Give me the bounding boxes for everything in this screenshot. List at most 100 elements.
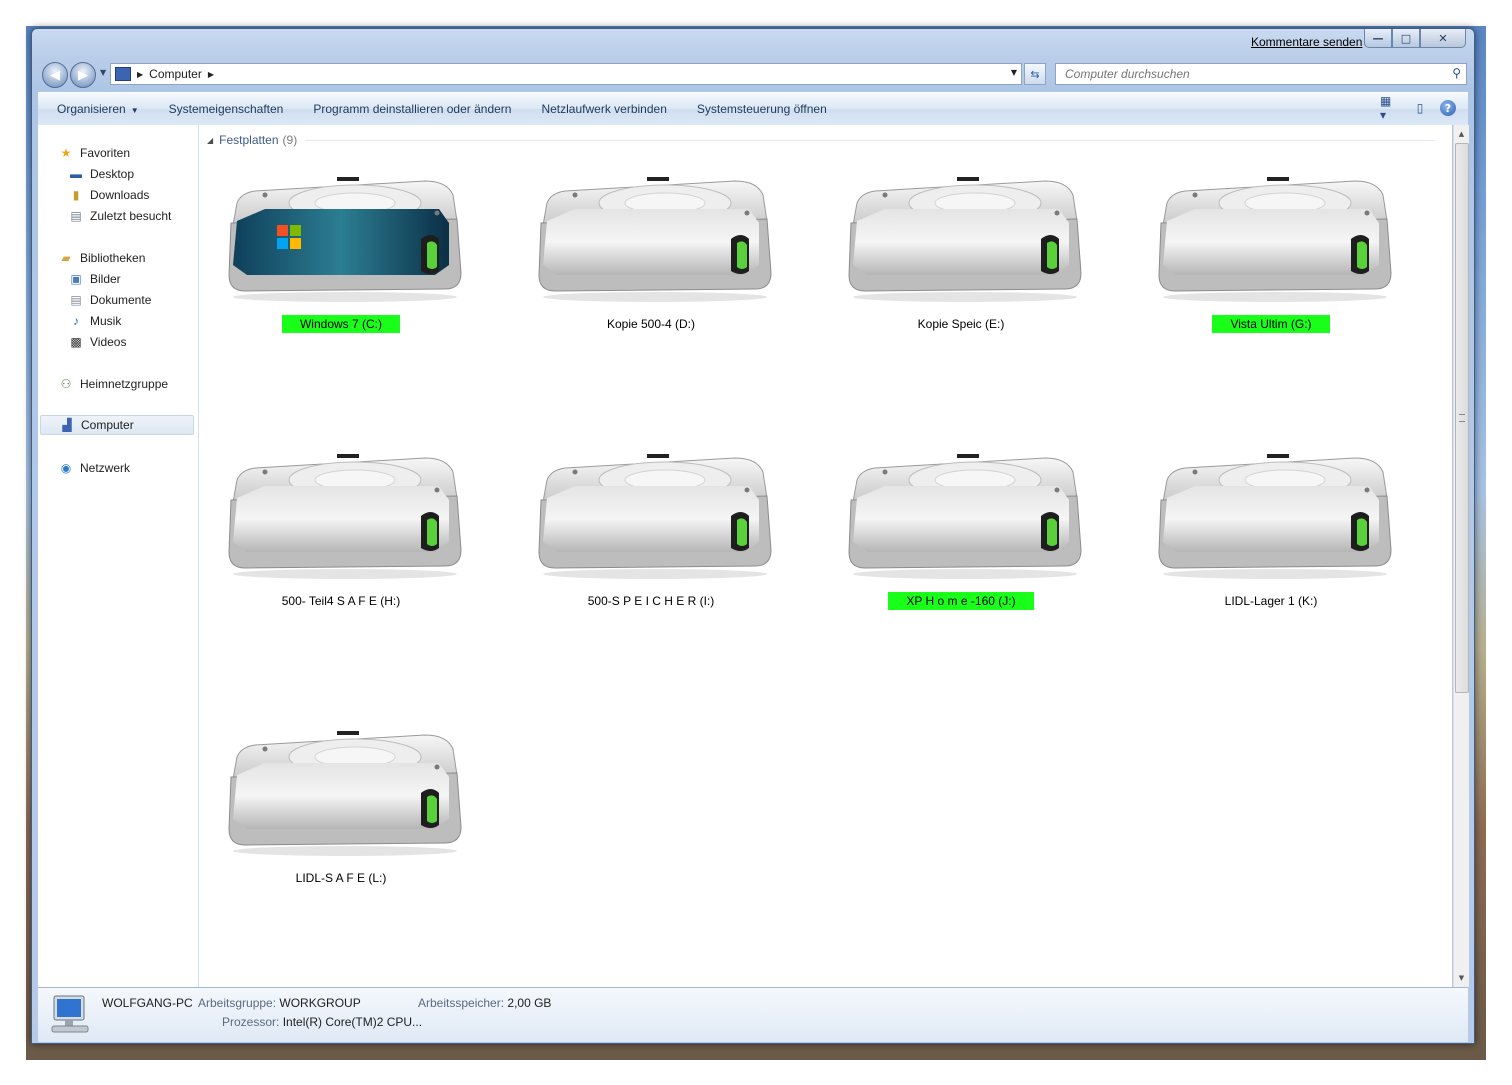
drive-label: LIDL-Lager 1 (K:)	[1141, 594, 1401, 608]
drive-label-text: Windows 7 (C:)	[281, 315, 400, 333]
chevron-right-icon[interactable]: ▶	[137, 70, 143, 79]
processor-key: Prozessor:	[222, 1015, 280, 1029]
system-properties-button[interactable]: Systemeigenschaften	[154, 102, 299, 116]
memory-value: 2,00 GB	[507, 996, 552, 1010]
details-pane: WOLFGANG-PC Arbeitsgruppe: WORKGROUP Arb…	[38, 987, 1468, 1042]
sidebar-label: Computer	[81, 418, 134, 432]
drive-tile[interactable]: 500- Teil4 S A F E (H:)	[211, 450, 471, 650]
computer-icon: ▟	[62, 418, 72, 432]
library-icon: ▰	[61, 251, 71, 265]
explorer-window: Kommentare senden — □ ✕ ◀ ▶ ▼ ▶ Computer…	[31, 28, 1475, 1044]
drive-label: XP H o m e -160 (J:)	[831, 592, 1091, 610]
sidebar-item-recent[interactable]: ▤ Zuletzt besucht	[68, 206, 171, 226]
drive-label-text: Kopie Speic (E:)	[917, 317, 1005, 331]
drive-label-text: LIDL-Lager 1 (K:)	[1224, 594, 1318, 608]
sidebar-item-downloads[interactable]: ▮ Downloads	[68, 185, 150, 205]
sidebar-item-libraries[interactable]: ▰ Bibliotheken	[58, 248, 145, 268]
group-divider	[305, 139, 1436, 141]
drive-label: Vista Ultim (G:)	[1141, 315, 1401, 333]
sidebar-item-pictures[interactable]: ▣ Bilder	[68, 269, 121, 289]
sidebar-item-desktop[interactable]: ▬ Desktop	[68, 164, 134, 184]
videos-icon: ▩	[70, 335, 82, 349]
drive-label: 500- Teil4 S A F E (H:)	[211, 594, 471, 608]
navigation-bar: ◀ ▶ ▼ ▶ Computer ▶ ▼ ⇆ ⚲	[40, 61, 1468, 88]
sidebar-label: Favoriten	[80, 146, 131, 160]
collapse-triangle-icon[interactable]: ◢	[207, 136, 213, 145]
scroll-up-arrow-icon[interactable]: ▲	[1454, 127, 1469, 141]
sidebar-item-homegroup[interactable]: ⚇ Heimnetzgruppe	[58, 374, 168, 394]
sidebar-item-network[interactable]: ◉ Netzwerk	[58, 458, 130, 478]
sidebar-label: Downloads	[90, 188, 150, 202]
drive-label: 500-S P E I C H E R (I:)	[521, 594, 781, 608]
sidebar-item-documents[interactable]: ▤ Dokumente	[68, 290, 151, 310]
feedback-link[interactable]: Kommentare senden	[1251, 35, 1362, 49]
drive-label: Kopie Speic (E:)	[831, 317, 1091, 331]
organize-menu[interactable]: Organisieren ▼	[38, 102, 154, 116]
desktop-icon: ▬	[70, 167, 82, 181]
computer-icon	[115, 67, 131, 81]
navigation-pane: ★ Favoriten ▬ Desktop ▮ Downloads ▤ Zuletzt …	[38, 125, 199, 987]
drive-tile[interactable]: LIDL-Lager 1 (K:)	[1141, 450, 1401, 650]
drive-tile[interactable]: LIDL-S A F E (L:)	[211, 727, 471, 927]
drive-tile[interactable]: XP H o m e -160 (J:)	[831, 450, 1091, 650]
scroll-down-arrow-icon[interactable]: ▼	[1454, 971, 1469, 985]
address-dropdown-icon[interactable]: ▼	[1011, 68, 1017, 77]
drive-label-text: 500- Teil4 S A F E (H:)	[281, 594, 401, 608]
drive-label-text: Vista Ultim (G:)	[1212, 315, 1330, 333]
drive-tile[interactable]: 500-S P E I C H E R (I:)	[521, 450, 781, 650]
search-box[interactable]: ⚲	[1055, 63, 1467, 85]
memory-key: Arbeitsspeicher:	[418, 996, 505, 1010]
drive-tile[interactable]: Vista Ultim (G:)	[1141, 173, 1401, 373]
minimize-button[interactable]: —	[1364, 29, 1392, 48]
forward-button[interactable]: ▶	[70, 62, 96, 88]
search-icon[interactable]: ⚲	[1452, 66, 1461, 80]
processor-value: Intel(R) Core(TM)2 CPU...	[282, 1015, 423, 1029]
sidebar-item-computer[interactable]: ▟ Computer	[40, 415, 194, 435]
network-icon: ◉	[60, 461, 72, 475]
maximize-button[interactable]: □	[1392, 29, 1420, 48]
group-count: (9)	[282, 133, 298, 147]
sidebar-item-favorites[interactable]: ★ Favoriten	[58, 143, 130, 163]
chevron-down-icon: ▼	[130, 106, 139, 115]
computer-name: WOLFGANG-PC	[102, 996, 193, 1010]
uninstall-program-button[interactable]: Programm deinstallieren oder ändern	[298, 102, 526, 116]
back-button[interactable]: ◀	[42, 62, 68, 88]
sidebar-label: Heimnetzgruppe	[80, 377, 169, 391]
sidebar-label: Zuletzt besucht	[90, 209, 172, 223]
content-area: ◢ Festplatten (9) Windows 7 (C:) Kopie 50…	[199, 125, 1452, 987]
drive-label: Kopie 500-4 (D:)	[521, 317, 781, 331]
drive-tile[interactable]: Windows 7 (C:)	[211, 173, 471, 373]
scroll-thumb[interactable]	[1455, 143, 1469, 693]
address-bar[interactable]: ▶ Computer ▶ ▼	[110, 63, 1022, 85]
vertical-scrollbar[interactable]: ▲ ▼	[1453, 125, 1469, 987]
sidebar-item-videos[interactable]: ▩ Videos	[68, 332, 126, 352]
workgroup-info: Arbeitsgruppe: WORKGROUP	[198, 996, 361, 1010]
preview-pane-icon[interactable]: ▯	[1410, 98, 1430, 118]
music-icon: ♪	[73, 314, 79, 328]
drive-tile[interactable]: Kopie 500-4 (D:)	[521, 173, 781, 373]
computer-monitor-icon	[51, 995, 89, 1033]
open-control-panel-button[interactable]: Systemsteuerung öffnen	[682, 102, 842, 116]
group-header-hard-disks[interactable]: ◢ Festplatten (9)	[207, 133, 1436, 147]
drive-tile[interactable]: Kopie Speic (E:)	[831, 173, 1091, 373]
sidebar-label: Videos	[90, 335, 127, 349]
refresh-button[interactable]: ⇆	[1024, 63, 1046, 85]
chevron-right-icon[interactable]: ▶	[208, 70, 214, 79]
drive-label-text: LIDL-S A F E (L:)	[295, 871, 387, 885]
refresh-icon: ⇆	[1030, 67, 1040, 81]
documents-icon: ▤	[70, 293, 82, 307]
close-button[interactable]: ✕	[1420, 29, 1466, 48]
search-input[interactable]	[1063, 64, 1447, 84]
sidebar-label: Bilder	[90, 272, 121, 286]
drive-label: LIDL-S A F E (L:)	[211, 871, 471, 885]
homegroup-icon: ⚇	[60, 377, 72, 391]
help-icon[interactable]: ?	[1440, 100, 1456, 116]
change-view-icon[interactable]: ▦ ▾	[1380, 94, 1400, 122]
processor-info: Prozessor: Intel(R) Core(TM)2 CPU...	[222, 1015, 422, 1029]
drive-label-text: Kopie 500-4 (D:)	[606, 317, 696, 331]
sidebar-item-music[interactable]: ♪ Musik	[68, 311, 121, 331]
recent-pages-dropdown[interactable]: ▼	[100, 68, 106, 77]
breadcrumb-computer[interactable]: Computer	[149, 67, 202, 81]
back-arrow-icon: ◀	[50, 67, 60, 83]
map-network-drive-button[interactable]: Netzlaufwerk verbinden	[526, 102, 681, 116]
